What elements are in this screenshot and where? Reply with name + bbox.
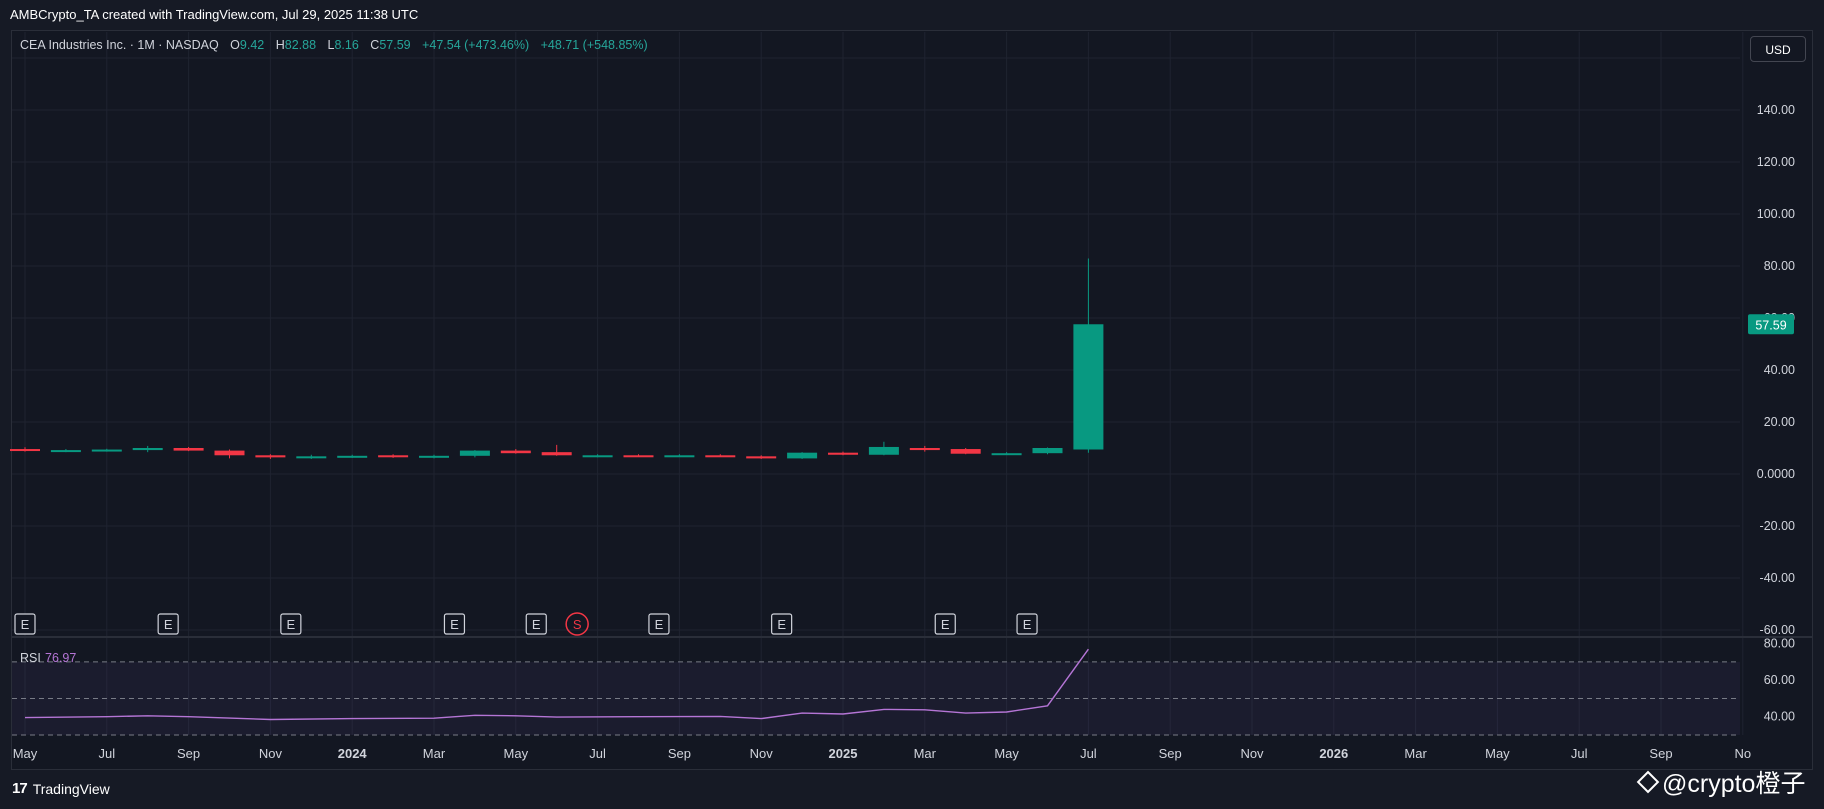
binance-diamond-icon bbox=[1636, 770, 1660, 794]
watermark: @crypto橙子 bbox=[1636, 764, 1806, 800]
x-tick-label: May bbox=[13, 746, 38, 761]
high-label: H bbox=[275, 38, 285, 52]
candle-body bbox=[296, 456, 327, 459]
chart-legend: CEA Industries Inc. · 1M · NASDAQ O9.42 … bbox=[20, 38, 648, 52]
candle-body bbox=[1032, 448, 1063, 454]
candle-body bbox=[787, 452, 818, 459]
candle-body bbox=[173, 448, 204, 451]
candle-body bbox=[50, 450, 81, 453]
candle-body bbox=[337, 455, 368, 458]
x-tick-label: Nov bbox=[1240, 746, 1264, 761]
candle-body bbox=[828, 452, 858, 455]
x-tick-label: 2026 bbox=[1319, 746, 1348, 761]
candle-body bbox=[623, 455, 654, 458]
x-tick-label: Sep bbox=[1159, 746, 1182, 761]
candle-body bbox=[214, 450, 245, 456]
candle-body bbox=[664, 455, 695, 458]
candle-body bbox=[255, 455, 286, 458]
change-value-2: +48.71 (+548.85%) bbox=[540, 38, 648, 52]
x-tick-label: 2025 bbox=[829, 746, 858, 761]
rsi-value: 76.97 bbox=[45, 651, 76, 665]
price-badge-label: 57.59 bbox=[1755, 318, 1786, 332]
candle-body bbox=[500, 450, 531, 454]
y-tick-label: 140.00 bbox=[1757, 103, 1795, 117]
event-label: E bbox=[655, 617, 664, 632]
candle-body bbox=[459, 450, 490, 456]
watermark-text: @crypto橙子 bbox=[1662, 770, 1806, 798]
footer-bar bbox=[0, 773, 1824, 809]
event-label: E bbox=[777, 617, 786, 632]
candle-body bbox=[378, 455, 409, 458]
event-label: E bbox=[164, 617, 173, 632]
candle-body bbox=[705, 455, 736, 458]
candle-body bbox=[991, 453, 1022, 456]
candle-body bbox=[868, 446, 899, 455]
y-tick-label: -20.00 bbox=[1760, 519, 1795, 533]
x-tick-label: Jul bbox=[1080, 746, 1097, 761]
event-label: E bbox=[450, 617, 459, 632]
event-label: E bbox=[287, 617, 296, 632]
rsi-tick-label: 40.00 bbox=[1764, 710, 1795, 724]
x-tick-label: Mar bbox=[914, 746, 937, 761]
x-tick-label: Jul bbox=[98, 746, 115, 761]
rsi-tick-label: 80.00 bbox=[1764, 637, 1795, 651]
x-tick-label: 2024 bbox=[338, 746, 368, 761]
x-tick-label: Mar bbox=[423, 746, 446, 761]
low-value: 8.16 bbox=[334, 38, 359, 52]
x-tick-label: Sep bbox=[177, 746, 200, 761]
x-tick-label: Sep bbox=[1649, 746, 1672, 761]
tradingview-brand: TradingView bbox=[32, 780, 110, 797]
price-chart[interactable]: 160.00140.00120.00100.0080.0060.0040.002… bbox=[0, 0, 1824, 809]
open-value: 9.42 bbox=[239, 38, 265, 52]
candle-body bbox=[746, 456, 777, 459]
candle-body bbox=[10, 449, 40, 452]
event-label: E bbox=[532, 617, 541, 632]
candle-body bbox=[541, 452, 572, 456]
event-label: E bbox=[21, 617, 30, 632]
x-tick-label: Sep bbox=[668, 746, 691, 761]
change-value: +47.54 (+473.46%) bbox=[422, 38, 530, 52]
y-tick-label: 40.00 bbox=[1764, 363, 1795, 377]
tradingview-mark-icon: 17 bbox=[12, 780, 28, 797]
x-tick-label: Jul bbox=[1571, 746, 1588, 761]
close-label: C bbox=[370, 38, 380, 52]
y-tick-label: 0.0000 bbox=[1757, 467, 1795, 481]
event-label: E bbox=[941, 617, 950, 632]
x-tick-label: Jul bbox=[589, 746, 606, 761]
y-tick-label: 120.00 bbox=[1757, 155, 1795, 169]
currency-button[interactable]: USD bbox=[1750, 36, 1806, 62]
rsi-tick-label: 60.00 bbox=[1764, 673, 1795, 687]
x-tick-label: May bbox=[504, 746, 529, 761]
x-tick-label: May bbox=[1485, 746, 1510, 761]
high-value: 82.88 bbox=[284, 38, 317, 52]
y-tick-label: 20.00 bbox=[1764, 415, 1795, 429]
open-label: O bbox=[230, 38, 240, 52]
symbol-name[interactable]: CEA Industries Inc. · 1M · NASDAQ bbox=[20, 38, 219, 52]
y-tick-label: -40.00 bbox=[1760, 571, 1795, 585]
x-tick-label: No bbox=[1734, 746, 1751, 761]
candle-body bbox=[582, 455, 613, 458]
y-tick-label: -60.00 bbox=[1760, 623, 1795, 637]
candle-body bbox=[132, 448, 163, 451]
x-tick-label: May bbox=[994, 746, 1019, 761]
x-tick-label: Mar bbox=[1404, 746, 1427, 761]
x-tick-label: Nov bbox=[259, 746, 283, 761]
x-tick-label: Nov bbox=[750, 746, 774, 761]
close-value: 57.59 bbox=[379, 38, 411, 52]
event-label: S bbox=[573, 617, 582, 632]
candle-body bbox=[91, 449, 122, 452]
candle-body bbox=[419, 455, 449, 458]
candle-body bbox=[950, 449, 981, 454]
tradingview-logo[interactable]: 17 TradingView bbox=[12, 780, 110, 797]
candle-body bbox=[1073, 324, 1104, 450]
rsi-label: RSI bbox=[20, 651, 41, 665]
candle-body bbox=[909, 448, 940, 451]
y-tick-label: 100.00 bbox=[1757, 207, 1795, 221]
y-tick-label: 80.00 bbox=[1764, 259, 1795, 273]
event-label: E bbox=[1023, 617, 1032, 632]
